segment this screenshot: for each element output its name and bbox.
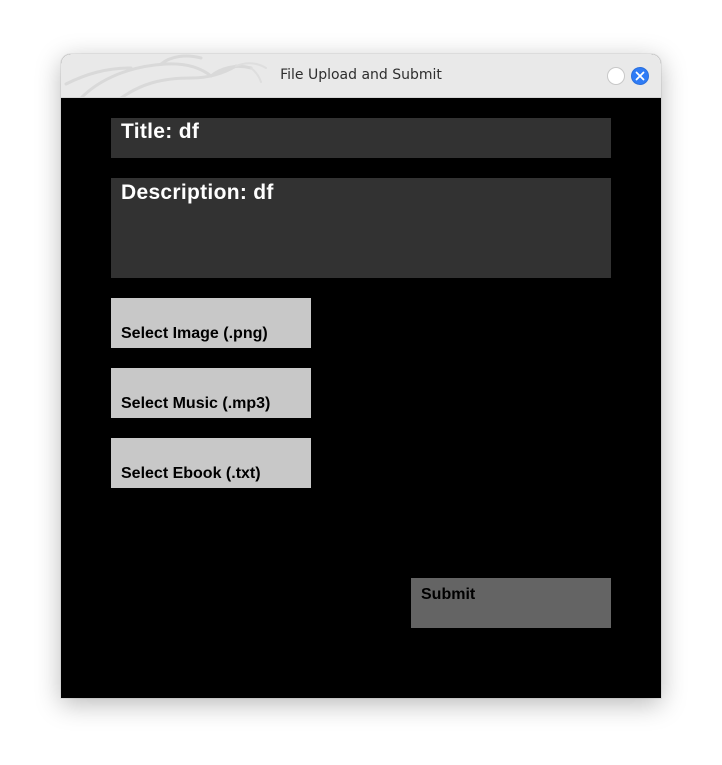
close-button[interactable] [631, 67, 649, 85]
minimize-button[interactable] [607, 67, 625, 85]
title-bar[interactable]: File Upload and Submit [61, 54, 661, 98]
description-field[interactable]: Description: df [111, 178, 611, 278]
select-image-button[interactable]: Select Image (.png) [111, 298, 311, 348]
form-area: Title: df Description: df Select Image (… [61, 98, 661, 698]
title-field[interactable]: Title: df [111, 118, 611, 158]
select-ebook-button[interactable]: Select Ebook (.txt) [111, 438, 311, 488]
close-icon [635, 71, 645, 81]
select-music-button[interactable]: Select Music (.mp3) [111, 368, 311, 418]
submit-button[interactable]: Submit [411, 578, 611, 628]
app-window: File Upload and Submit Title: df Descrip… [61, 54, 661, 698]
window-title: File Upload and Submit [280, 67, 442, 83]
